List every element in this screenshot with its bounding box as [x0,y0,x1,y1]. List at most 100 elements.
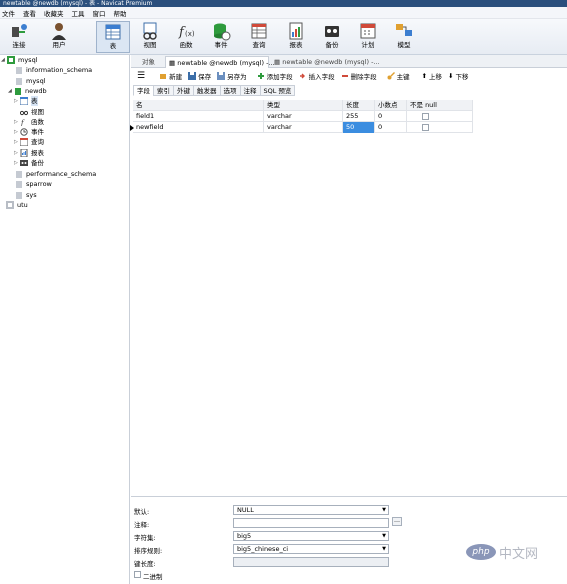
menu-view[interactable]: 查看 [21,8,42,18]
binary-checkbox[interactable] [134,571,141,578]
event-icon [214,23,231,41]
connection-icon [7,56,15,64]
header-type[interactable]: 类型 [264,100,343,111]
tree-node-reports[interactable]: ▷ 报表 [14,148,44,158]
report-icon [20,149,28,157]
connect-button[interactable]: 连接 [4,21,34,53]
tree-node-queries[interactable]: ▷ 查询 [14,137,44,147]
tree-node-backups[interactable]: ▷ 备份 [14,158,44,168]
save-button[interactable]: 保存 [188,71,211,81]
backup-button[interactable]: 备份 [317,21,347,53]
tree-db-newdb[interactable]: ◢ newdb [8,86,47,96]
field-name-cell[interactable]: field1 [133,111,264,122]
menu-tools[interactable]: 工具 [70,8,91,18]
svg-text:(x): (x) [185,30,195,38]
collation-label: 排序规则: [134,547,163,555]
menu-help[interactable]: 帮助 [112,8,133,18]
table-design-toolbar: ☰ 新建 保存 另存为 添加字段 插入字段 删除字段 主键 ⬆ 上移 ⬇ 下移 [131,69,567,83]
menu-file[interactable]: 文件 [0,8,21,18]
binary-label: 二进制 [143,573,163,581]
default-select[interactable]: NULL ▼ [233,505,389,515]
model-icon [396,24,412,36]
header-length[interactable]: 长度 [343,100,375,111]
field-name-cell[interactable]: newfield [133,122,264,133]
comment-input[interactable] [233,518,389,528]
view-icon [20,110,28,116]
key-length-input[interactable] [233,557,389,567]
tab-objects[interactable]: 对象 [139,56,158,68]
model-button[interactable]: 模型 [389,21,419,53]
header-not-null[interactable]: 不是 null [407,100,473,111]
function-button[interactable]: f (x) 函数 [171,21,201,53]
watermark-text: 中文网 [499,546,539,562]
tab-comments[interactable]: 注释 [239,85,261,96]
field-length-cell[interactable]: 255 [343,111,375,122]
table-button[interactable]: 表 [96,21,130,53]
add-field-button[interactable]: 添加字段 [257,71,293,81]
tree-node-views[interactable]: 视图 [20,107,44,117]
view-button[interactable]: 视图 [135,21,165,53]
tab-newtable[interactable]: ▦ newtable @newdb (mysql) -... [271,56,380,68]
key-length-label: 键长度: [134,560,156,568]
tree-db-information-schema[interactable]: information_schema [15,65,92,75]
collation-select[interactable]: big5_chinese_ci ▼ [233,544,389,554]
arrow-up-icon: ⬆ [421,72,428,80]
field-type-cell[interactable]: varchar [264,122,343,133]
tree-node-events[interactable]: ▷ 事件 [14,127,44,137]
grid-header: 名 类型 长度 小数点 不是 null [133,100,473,111]
document-tabs: 对象 ▦ newtable @newdb (mysql) -... ▦ newt… [131,55,567,68]
field-type-cell[interactable]: varchar [264,111,343,122]
schedule-button[interactable]: 计划 [353,21,383,53]
charset-select[interactable]: big5 ▼ [233,531,389,541]
tree-db-sparrow[interactable]: sparrow [15,179,52,189]
primary-key-button[interactable]: 主键 [387,71,410,81]
insert-field-icon [299,73,305,79]
tree-db-mysql[interactable]: mysql [15,76,46,86]
tree-node-tables[interactable]: ▷ 表 [14,96,38,106]
tree-connection-utu[interactable]: utu [6,200,28,210]
tab-fields[interactable]: 字段 [133,85,154,96]
query-button[interactable]: 查询 [244,21,274,53]
not-null-checkbox[interactable] [422,123,429,131]
tree-node-functions[interactable]: ▷ f 函数 [14,117,44,127]
not-null-checkbox[interactable] [422,112,429,120]
table-row[interactable]: field1 varchar 255 0 [133,111,473,122]
not-null-cell [407,122,473,133]
tree-db-performance-schema[interactable]: performance_schema [15,169,96,179]
tab-newtable-active[interactable]: ▦ newtable @newdb (mysql) -... [165,56,275,68]
tab-triggers[interactable]: 触发器 [193,85,221,96]
database-open-icon [15,88,21,95]
tab-options[interactable]: 选项 [219,85,241,96]
field-decimals-cell[interactable]: 0 [375,111,407,122]
comment-editor-button[interactable]: … [392,517,402,526]
new-button[interactable]: 新建 [159,71,182,81]
header-decimals[interactable]: 小数点 [375,100,407,111]
tree-db-sys[interactable]: sys [15,190,37,200]
move-down-button[interactable]: ⬇ 下移 [448,71,468,81]
view-icon [143,22,157,40]
tree-connection-mysql[interactable]: ◢ mysql [1,55,38,65]
field-length-cell[interactable]: 50 [343,122,375,133]
field-decimals-cell[interactable]: 0 [375,122,407,133]
move-up-button[interactable]: ⬆ 上移 [422,71,442,81]
table-row[interactable]: newfield varchar 50 0 [130,122,473,133]
user-button[interactable]: 用户 [44,21,74,53]
table-icon [105,24,121,40]
tab-sql-preview[interactable]: SQL 预览 [259,85,296,96]
header-name[interactable]: 名 [133,100,264,111]
tab-indexes[interactable]: 索引 [153,85,174,96]
connection-icon [6,201,14,209]
menu-window[interactable]: 窗口 [91,8,112,18]
svg-text:f: f [20,119,25,126]
dropdown-arrow-icon: ▼ [382,546,386,552]
menu-favorites[interactable]: 收藏夹 [42,8,70,18]
delete-field-button[interactable]: 删除字段 [341,71,377,81]
report-button[interactable]: 报表 [281,21,311,53]
tab-foreign-keys[interactable]: 外键 [173,85,194,96]
save-as-button[interactable]: 另存为 [217,71,247,81]
query-icon [251,23,267,39]
new-icon [160,74,167,79]
hamburger-menu-button[interactable]: ☰ [137,71,145,81]
event-button[interactable]: 事件 [206,21,236,53]
insert-field-button[interactable]: 插入字段 [299,71,335,81]
